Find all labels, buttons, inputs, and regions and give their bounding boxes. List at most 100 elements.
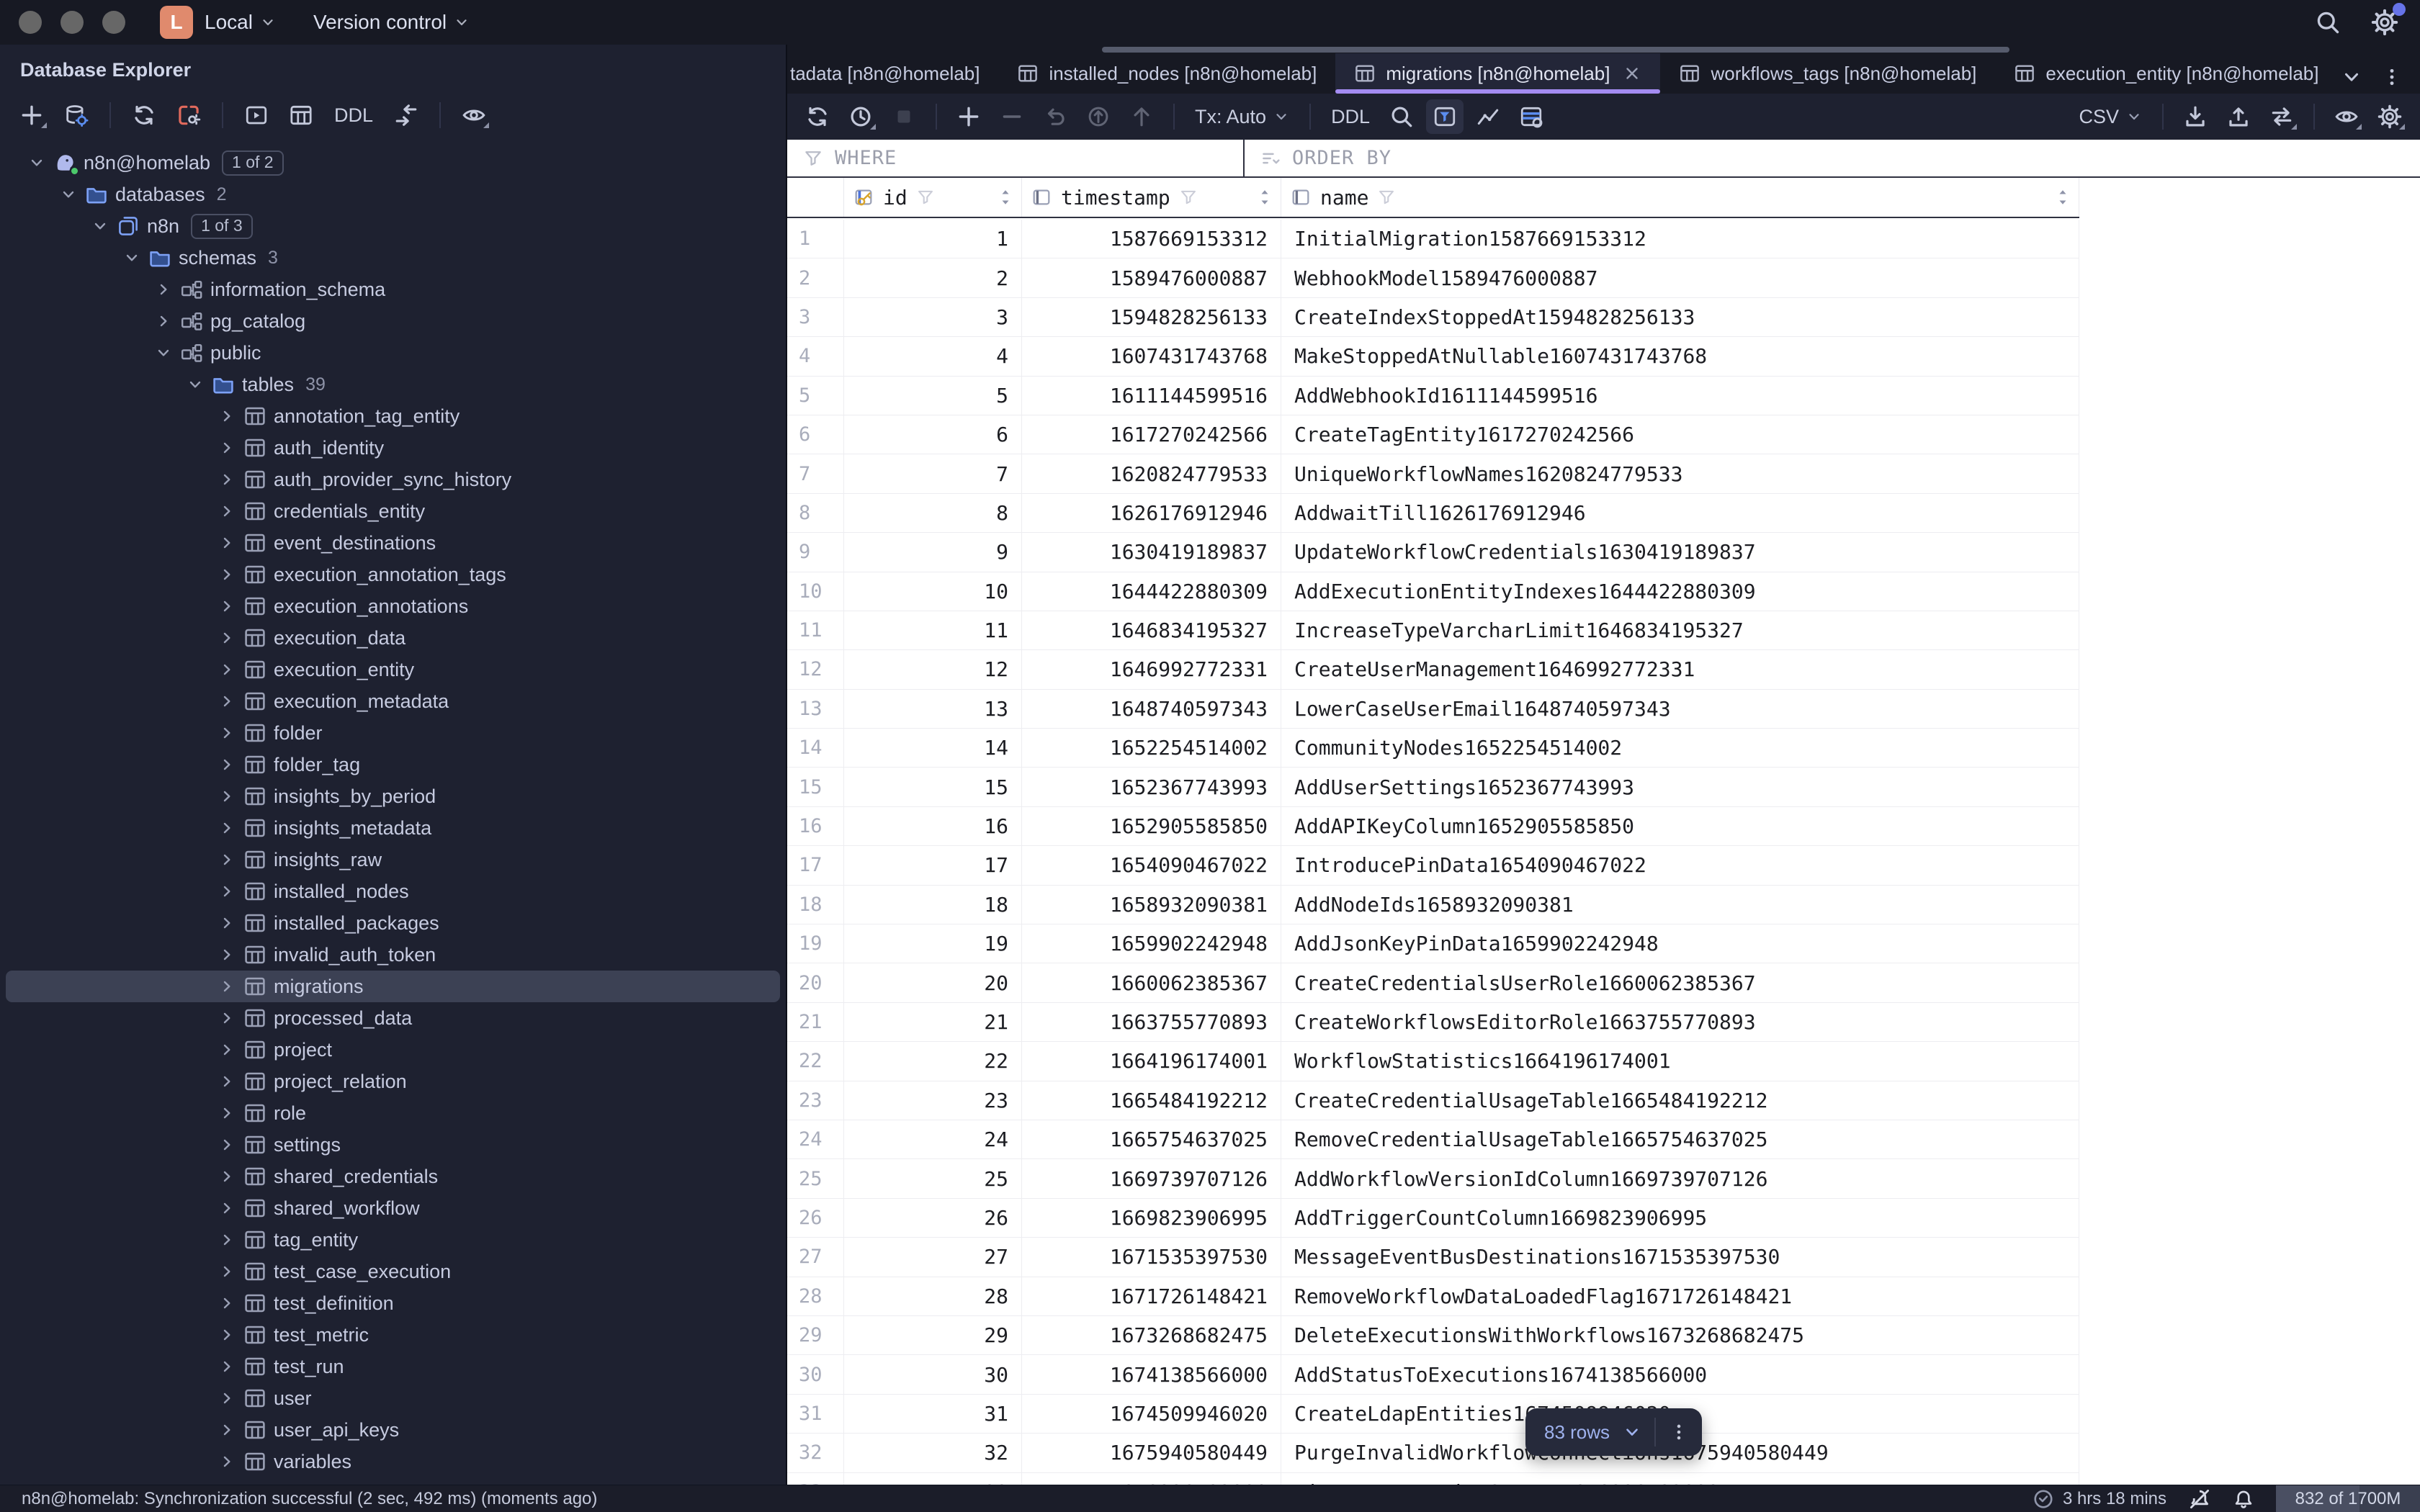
cell-id[interactable]: 19: [844, 924, 1022, 963]
tree-item-migrations[interactable]: migrations: [6, 971, 780, 1002]
table-row[interactable]: 28 28 1671726148421 RemoveWorkflowDataLoade…: [787, 1277, 2079, 1316]
cell-name[interactable]: AddNodeIds1658932090381: [1281, 885, 2079, 924]
cell-name[interactable]: LowerCaseUserEmail1648740597343: [1281, 689, 2079, 729]
cell-timestamp[interactable]: 1660062385367: [1022, 963, 1281, 1002]
memory-indicator[interactable]: 832 of 1700M: [2276, 1485, 2420, 1512]
tree-item-execution_entity[interactable]: execution_entity: [6, 654, 780, 685]
version-control-menu[interactable]: Version control: [313, 11, 470, 34]
cell-timestamp[interactable]: 1669739707126: [1022, 1159, 1281, 1198]
tree-chevron-icon[interactable]: [215, 883, 239, 900]
tree-chevron-icon[interactable]: [215, 756, 239, 773]
tree-chevron-icon[interactable]: [215, 1326, 239, 1344]
cell-name[interactable]: CreateWorkflowsEditorRole1663755770893: [1281, 1002, 2079, 1042]
tab-close-button[interactable]: [1623, 64, 1641, 83]
table-row[interactable]: 15 15 1652367743993 AddUserSettings16523677…: [787, 768, 2079, 807]
tab-scrollbar[interactable]: [1102, 47, 2009, 53]
tree-chevron-icon[interactable]: [215, 819, 239, 837]
cell-timestamp[interactable]: 1669823906995: [1022, 1198, 1281, 1238]
row-count-pill[interactable]: 83 rows: [1525, 1408, 1703, 1456]
column-header-name[interactable]: name: [1281, 178, 2079, 217]
submit-button[interactable]: [1123, 99, 1160, 134]
tree-item-test_definition[interactable]: test_definition: [6, 1287, 780, 1319]
cell-name[interactable]: MessageEventBusDestinations1671535397530: [1281, 1238, 2079, 1277]
history-button[interactable]: [842, 99, 879, 134]
cell-name[interactable]: AddAPIKeyColumn1652905585850: [1281, 806, 2079, 846]
tree-item-user_api_keys[interactable]: user_api_keys: [6, 1414, 780, 1446]
show-hidden-tabs-button[interactable]: [2341, 66, 2362, 88]
tree-item-insights_by_period[interactable]: insights_by_period: [6, 780, 780, 812]
stop-button[interactable]: [885, 99, 923, 134]
table-row[interactable]: 32321675940580449PurgeInvalidWorkflowCon…: [787, 1434, 2079, 1473]
tree-chevron-icon[interactable]: [215, 629, 239, 647]
tree-item-installed_packages[interactable]: installed_packages: [6, 907, 780, 939]
add-button[interactable]: [13, 98, 50, 132]
tab-execution_entity[interactable]: execution_entity [n8n@homelab]: [1995, 53, 2334, 94]
window-controls[interactable]: [19, 11, 125, 34]
cell-timestamp[interactable]: 1652367743993: [1022, 768, 1281, 806]
cell-id[interactable]: 18: [844, 885, 1022, 924]
tree-item-annotation_tag_entity[interactable]: annotation_tag_entity: [6, 400, 780, 432]
table-row[interactable]: 9 9 1630419189837 UpdateWorkflowCredentials…: [787, 533, 2079, 572]
query-console-button[interactable]: [238, 98, 275, 132]
tree-chevron-icon[interactable]: [24, 154, 49, 171]
tree-chevron-icon[interactable]: [215, 661, 239, 678]
tree-item-folder[interactable]: folder: [6, 717, 780, 749]
table-row[interactable]: 1 1 1587669153312 InitialMigration158766915…: [787, 220, 2079, 259]
tree-item-test_metric[interactable]: test_metric: [6, 1319, 780, 1351]
cell-timestamp[interactable]: 1607431743768: [1022, 337, 1281, 376]
table-row[interactable]: 17 17 1654090467022 IntroducePinData1654090…: [787, 846, 2079, 886]
pill-options-button[interactable]: [1669, 1422, 1689, 1442]
cell-timestamp[interactable]: 1617270242566: [1022, 415, 1281, 454]
tree-item-schemas[interactable]: schemas 3: [6, 242, 780, 274]
tree-item-project_relation[interactable]: project_relation: [6, 1066, 780, 1097]
cell-name[interactable]: MigrateExecutionStatus1676996103000: [1281, 1472, 2079, 1485]
cell-id[interactable]: 12: [844, 650, 1022, 689]
search-button[interactable]: [1383, 99, 1420, 134]
tree-item-public[interactable]: public: [6, 337, 780, 369]
table-row[interactable]: 7 7 1620824779533 UniqueWorkflowNames162082…: [787, 454, 2079, 494]
cell-timestamp[interactable]: 1646834195327: [1022, 611, 1281, 650]
tree-chevron-icon[interactable]: [215, 1136, 239, 1153]
window-zoom-button[interactable]: [102, 11, 125, 34]
table-row[interactable]: 30 30 1674138566000 AddStatusToExecutions16…: [787, 1355, 2079, 1395]
cell-timestamp[interactable]: 1675940580449: [1022, 1434, 1281, 1472]
tree-item-settings[interactable]: settings: [6, 1129, 780, 1161]
table-row[interactable]: 13 13 1648740597343 LowerCaseUserEmail16487…: [787, 689, 2079, 729]
tree-item-information_schema[interactable]: information_schema: [6, 274, 780, 305]
cell-timestamp[interactable]: 1674509946020: [1022, 1394, 1281, 1434]
refresh-button[interactable]: [799, 99, 836, 134]
cell-name[interactable]: AddExecutionEntityIndexes1644422880309: [1281, 572, 2079, 611]
tab-tadata[interactable]: tadata [n8n@homelab]: [787, 53, 998, 94]
tree-item-processed_data[interactable]: processed_data: [6, 1002, 780, 1034]
cell-id[interactable]: 6: [844, 415, 1022, 454]
table-row[interactable]: 4 4 1607431743768 MakeStoppedAtNullable1607…: [787, 337, 2079, 377]
tree-chevron-icon[interactable]: [215, 503, 239, 520]
revert-button[interactable]: [1080, 99, 1117, 134]
tx-mode-select[interactable]: Tx: Auto: [1188, 106, 1296, 128]
settings-button[interactable]: [2371, 3, 2406, 36]
tree-item-insights_raw[interactable]: insights_raw: [6, 844, 780, 876]
cell-id[interactable]: 13: [844, 689, 1022, 729]
cell-timestamp[interactable]: 1658932090381: [1022, 885, 1281, 924]
table-row[interactable]: 2 2 1589476000887 WebhookModel1589476000887: [787, 258, 2079, 298]
cell-timestamp[interactable]: 1654090467022: [1022, 846, 1281, 885]
cell-name[interactable]: CreateCredentialsUserRole1660062385367: [1281, 963, 2079, 1002]
cell-id[interactable]: 3: [844, 297, 1022, 337]
tree-item-shared_workflow[interactable]: shared_workflow: [6, 1192, 780, 1224]
tree-chevron-icon[interactable]: [215, 566, 239, 583]
settings-button[interactable]: [2371, 99, 2408, 134]
tree-item-execution_annotation_tags[interactable]: execution_annotation_tags: [6, 559, 780, 590]
cell-name[interactable]: IncreaseTypeVarcharLimit1646834195327: [1281, 611, 2079, 650]
undo-button[interactable]: [1036, 99, 1074, 134]
tree-chevron-icon[interactable]: [215, 1390, 239, 1407]
table-row[interactable]: 31 31 1674509946020 CreateLdapEntities16745…: [787, 1394, 2079, 1434]
tree-chevron-icon[interactable]: [215, 1073, 239, 1090]
tree-chevron-icon[interactable]: [215, 1200, 239, 1217]
cell-id[interactable]: 5: [844, 376, 1022, 415]
cell-id[interactable]: 15: [844, 768, 1022, 806]
tree-chevron-icon[interactable]: [215, 471, 239, 488]
cell-id[interactable]: 29: [844, 1315, 1022, 1355]
column-header-timestamp[interactable]: timestamp: [1022, 178, 1281, 217]
tree-chevron-icon[interactable]: [215, 1421, 239, 1439]
cell-name[interactable]: DeleteExecutionsWithWorkflows16732686824…: [1281, 1315, 2079, 1355]
